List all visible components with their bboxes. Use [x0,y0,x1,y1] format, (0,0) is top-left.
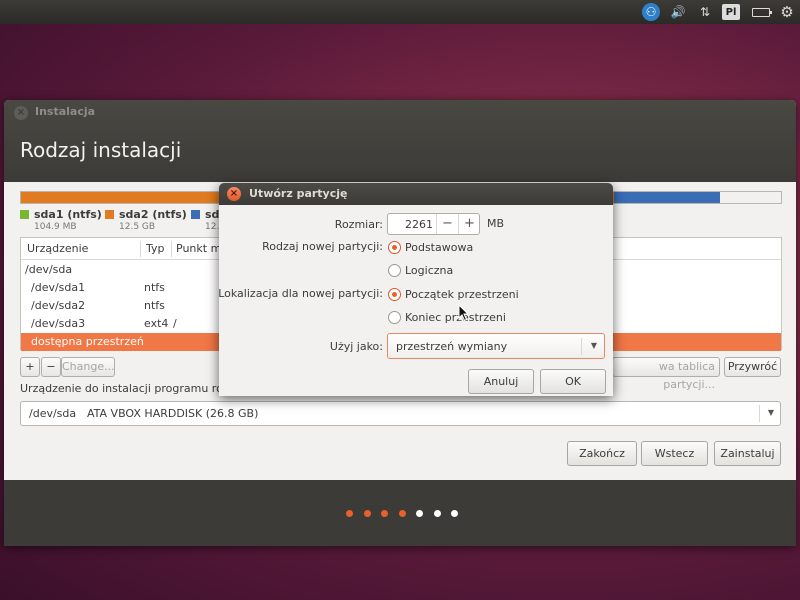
installer-titlebar: × Instalacja Rodzaj instalacji [4,100,796,182]
use-as-value: przestrzeń wymiany [396,340,508,353]
cancel-button[interactable]: Anuluj [468,369,534,394]
size-label: Rozmiar: [334,218,383,231]
decrease-button[interactable]: − [436,214,458,234]
column-divider [171,241,172,257]
combo-divider [759,405,760,422]
remove-partition-button[interactable]: − [41,357,61,377]
radio-end-label[interactable]: Koniec przestrzeni [405,311,506,324]
cell-device: /dev/sda [25,263,73,276]
column-divider [140,241,141,257]
cell-type: ntfs [144,281,165,294]
boot-device-description: ATA VBOX HARDDISK (26.8 GB) [87,407,259,420]
boot-device-select[interactable]: /dev/sda ATA VBOX HARDDISK (26.8 GB) ▼ [20,401,781,426]
volume-icon[interactable]: 🔊 [668,3,688,21]
cell-type: ext4 [144,317,169,330]
new-partition-table-button[interactable]: wa tablica partycji... [612,357,720,391]
cell-device: /dev/sda3 [31,317,86,330]
dialog-titlebar: × Utwórz partycję [219,183,613,205]
window-title: Instalacja [35,105,96,118]
partition-type-label: Rodzaj nowej partycji: [262,240,383,253]
size-unit: MB [487,217,505,230]
chevron-down-icon: ▼ [590,341,597,350]
radio-end[interactable] [388,311,401,324]
use-as-label: Użyj jako: [329,340,383,353]
legend-swatch [191,210,200,219]
use-as-select[interactable]: przestrzeń wymiany ▼ [387,333,605,359]
gear-icon[interactable]: ⚙ [778,3,796,21]
keyboard-layout-indicator[interactable]: Pl [722,4,740,20]
boot-loader-label: Urządzenie do instalacji programu roz [20,382,229,395]
create-partition-dialog: × Utwórz partycję Rozmiar: 2261 − + MB R… [219,183,613,396]
cell-mount: / [173,317,177,330]
legend-size: 12.5 GB [119,222,156,232]
close-icon[interactable]: × [14,106,28,120]
legend-swatch [20,210,29,219]
accessibility-icon[interactable]: ⚇ [642,3,660,21]
cell-type: ntfs [144,299,165,312]
top-panel: ⚇ 🔊 ⇅ Pl ⚙ [0,0,800,24]
radio-beginning-label[interactable]: Początek przestrzeni [405,288,519,301]
radio-primary-label[interactable]: Podstawowa [405,241,473,254]
legend-size: 104.9 MB [34,222,77,232]
legend-name: sda1 (ntfs) [34,208,102,221]
cell-device: /dev/sda1 [31,281,86,294]
installer-footer [4,480,796,546]
dialog-title: Utwórz partycję [249,187,348,200]
close-icon[interactable]: × [227,187,241,201]
location-label: Lokalizacja dla nowej partycji: [219,287,383,300]
column-header-type[interactable]: Typ [146,242,165,255]
legend-name: sd [205,208,220,221]
add-partition-button[interactable]: + [20,357,40,377]
cell-device: /dev/sda2 [31,299,86,312]
increase-button[interactable]: + [458,214,480,234]
progress-dot [346,510,353,517]
boot-device-path: /dev/sda [29,407,77,420]
revert-button[interactable]: Przywróć [724,357,781,377]
page-title: Rodzaj instalacji [20,138,182,162]
mouse-pointer-icon [458,304,470,322]
quit-button[interactable]: Zakończ [567,441,637,466]
radio-primary[interactable] [388,241,401,254]
change-partition-button[interactable]: Change... [61,357,115,377]
progress-dot [381,510,388,517]
progress-dot [363,510,371,517]
radio-beginning[interactable] [388,288,401,301]
back-button[interactable]: Wstecz [641,441,708,466]
progress-dot [433,510,441,517]
size-spinbox[interactable]: 2261 − + [387,213,480,235]
progress-dot [398,510,406,517]
column-header-device[interactable]: Urządzenie [27,242,88,255]
battery-icon[interactable] [750,3,772,21]
cell-device: dostępna przestrzeń [31,335,144,348]
radio-logical-label[interactable]: Logiczna [405,264,453,277]
column-header-mount[interactable]: Punkt m [176,242,221,255]
progress-dot [416,510,423,517]
partition-bar-segment-free [720,192,781,203]
legend-size: 12. [205,222,220,232]
ok-button[interactable]: OK [540,369,606,394]
size-input[interactable]: 2261 [393,218,433,231]
network-icon[interactable]: ⇅ [696,3,714,21]
legend-swatch [105,210,114,219]
chevron-down-icon: ▼ [767,408,774,417]
combo-divider [581,338,582,355]
radio-logical[interactable] [388,264,401,277]
partition-bar-segment-sda2 [613,192,721,203]
progress-dot [451,510,458,517]
legend-name: sda2 (ntfs) [119,208,187,221]
install-button[interactable]: Zainstaluj [714,441,781,466]
